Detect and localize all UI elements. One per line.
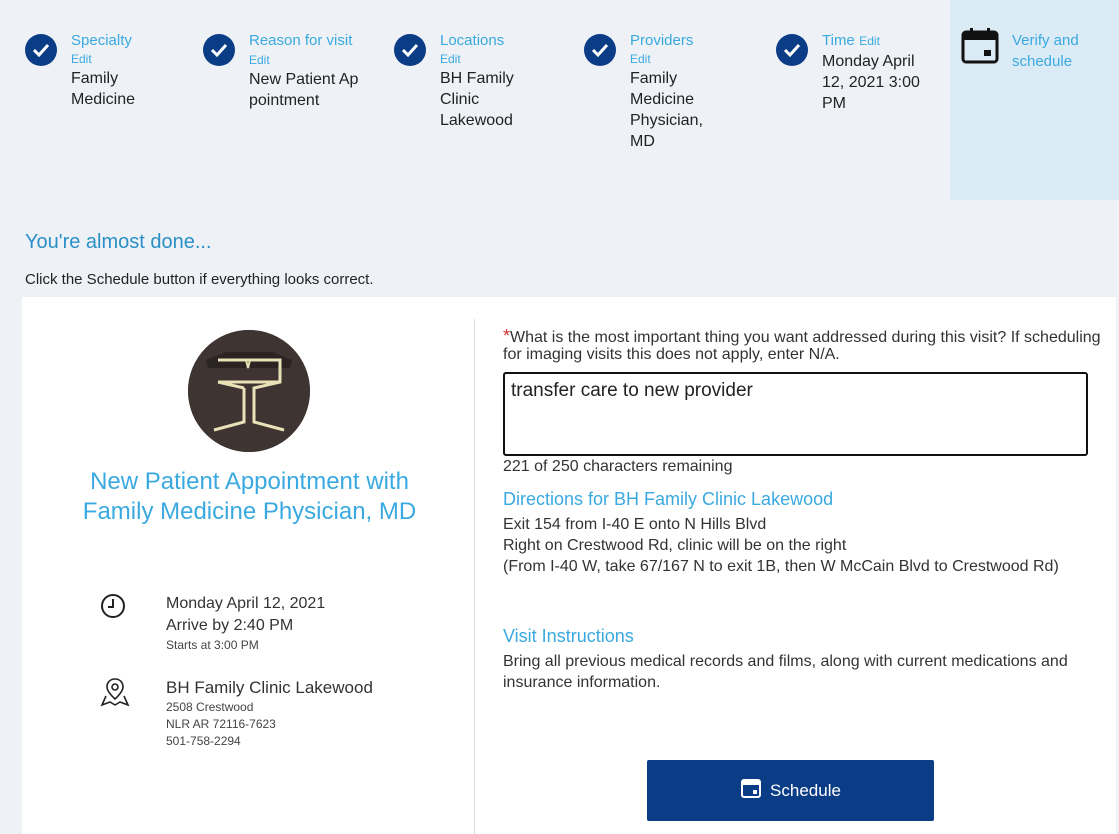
step-title: Providers	[630, 32, 694, 49]
step-title: Locations	[440, 32, 505, 49]
step-edit-link[interactable]: Edit	[859, 34, 880, 48]
clock-icon	[100, 593, 126, 624]
start-time: Starts at 3:00 PM	[166, 638, 259, 652]
characters-remaining: 221 of 250 characters remaining	[503, 458, 733, 475]
step-edit-link[interactable]: Edit	[71, 51, 183, 68]
schedule-button-label: Schedule	[770, 780, 841, 800]
calendar-icon	[960, 26, 1000, 71]
column-divider	[474, 319, 475, 834]
page-title: You're almost done...	[25, 231, 212, 253]
check-circle-icon	[203, 34, 235, 66]
step-title: Reason for visit	[249, 32, 353, 49]
step-value: Family Medicine	[71, 70, 136, 108]
step-verify-schedule: Verify and schedule	[950, 0, 1119, 200]
directions-line: Right on Crestwood Rd, clinic will be on…	[503, 537, 847, 554]
arrive-time: Arrive by 2:40 PM	[166, 617, 294, 634]
schedule-button[interactable]: Schedule	[647, 760, 934, 821]
appointment-title: New Patient Appointment with Family Medi…	[82, 468, 417, 525]
progress-steps: Specialty Edit Family Medicine Reason fo…	[0, 0, 1119, 200]
question-text: What is the most important thing you wan…	[503, 329, 1101, 363]
address-line-1: 2508 Crestwood	[166, 700, 254, 714]
visit-instructions-title: Visit Instructions	[503, 626, 634, 646]
directions-line: (From I-40 W, take 67/167 N to exit 1B, …	[503, 558, 1059, 575]
step-title: Time	[822, 32, 855, 49]
provider-avatar	[188, 330, 310, 452]
directions-title: Directions for BH Family Clinic Lakewood	[503, 489, 834, 509]
directions-body: Exit 154 from I-40 E onto N Hills Blvd R…	[503, 514, 1083, 577]
appointment-date: Monday April 12, 2021	[166, 595, 326, 612]
visit-reason-input[interactable]: transfer care to new provider	[503, 372, 1088, 456]
check-circle-icon	[584, 34, 616, 66]
location-phone: 501-758-2294	[166, 734, 241, 748]
required-indicator: *	[503, 326, 511, 346]
step-value: Monday April 12, 2021 3:00 PM	[822, 53, 920, 112]
location-name: BH Family Clinic Lakewood	[166, 678, 373, 697]
page-subtitle: Click the Schedule button if everything …	[25, 271, 374, 288]
check-circle-icon	[25, 34, 57, 66]
map-pin-icon	[100, 677, 130, 712]
address-line-2: NLR AR 72116-7623	[166, 717, 276, 731]
step-title: Verify and schedule	[1012, 32, 1079, 70]
check-circle-icon	[776, 34, 808, 66]
visit-instructions-body: Bring all previous medical records and f…	[503, 653, 1068, 691]
calendar-icon	[740, 777, 762, 804]
step-value: New Patient Appointment	[249, 71, 359, 109]
step-edit-link[interactable]: Edit	[249, 53, 270, 67]
confirmation-card: New Patient Appointment with Family Medi…	[22, 297, 1116, 834]
step-value: BH Family Clinic Lakewood	[440, 70, 514, 129]
step-edit-link[interactable]: Edit	[630, 51, 730, 68]
directions-line: Exit 154 from I-40 E onto N Hills Blvd	[503, 516, 767, 533]
check-circle-icon	[394, 34, 426, 66]
step-edit-link[interactable]: Edit	[440, 51, 540, 68]
step-title: Specialty	[71, 32, 132, 49]
visit-reason-question: *What is the most important thing you wa…	[503, 326, 1103, 363]
step-value: Family Medicine Physician, MD	[630, 70, 703, 150]
